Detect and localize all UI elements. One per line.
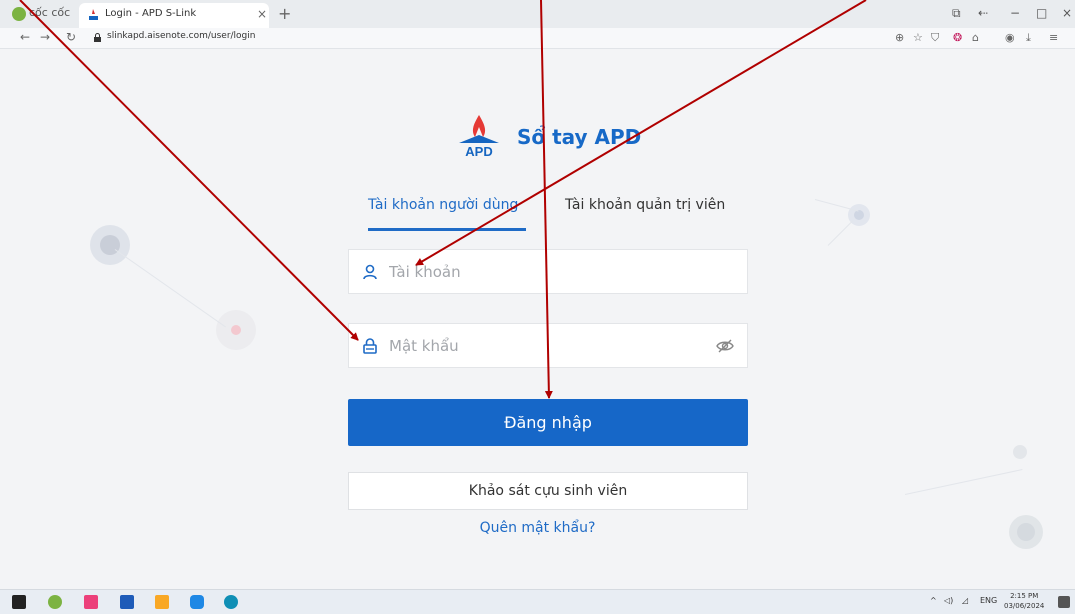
browser-tab-strip: cốc cốc Login - APD S-Link × + ⧉ ⇠ − □ ×: [0, 0, 1075, 28]
speaker-icon[interactable]: ◁): [944, 596, 953, 605]
apd-favicon-icon: [89, 9, 98, 20]
edge-taskbar-icon[interactable]: [224, 595, 238, 609]
notification-icon[interactable]: [1058, 596, 1070, 608]
address-bar: ← → ↻ slinkapd.aisenote.com/user/login ⊕…: [0, 28, 1075, 49]
clock-time: 2:15 PM: [1010, 592, 1039, 600]
app-title: Sổ tay APD: [517, 125, 642, 149]
tray-chevron-icon[interactable]: ^: [930, 596, 937, 605]
zoom-icon[interactable]: ⊕: [895, 31, 904, 44]
decor-dot-pink: [231, 325, 241, 335]
coccoc-logo-icon[interactable]: [12, 7, 26, 21]
profile-icon[interactable]: ◉: [1005, 31, 1015, 44]
decor-line-right-2: [827, 220, 854, 246]
eye-off-icon[interactable]: [715, 336, 735, 356]
file-explorer-icon[interactable]: [155, 595, 169, 609]
word-taskbar-icon[interactable]: [120, 595, 134, 609]
language-indicator[interactable]: ENG: [980, 596, 997, 605]
password-input[interactable]: [389, 324, 709, 367]
coccoc-taskbar-icon[interactable]: [48, 595, 62, 609]
decor-dot-right: [854, 210, 864, 220]
start-icon[interactable]: [12, 595, 26, 609]
network-icon[interactable]: ◿: [962, 596, 968, 605]
windows-taskbar: ^ ◁) ◿ ENG 2:15 PM 03/06/2024: [0, 589, 1075, 614]
account-input[interactable]: [389, 250, 709, 293]
decor-line-br: [904, 469, 1023, 495]
browser-brand: cốc cốc: [29, 6, 71, 19]
bookmark-star-icon[interactable]: ☆: [913, 31, 923, 44]
decor-dot-br1: [1013, 445, 1027, 459]
browser-tab[interactable]: Login - APD S-Link ×: [79, 3, 269, 28]
tab-close-icon[interactable]: ×: [257, 7, 267, 21]
secure-lock-icon[interactable]: [93, 33, 102, 42]
url-text[interactable]: slinkapd.aisenote.com/user/login: [107, 31, 255, 41]
extension-icon[interactable]: ❂: [953, 31, 962, 44]
password-field[interactable]: [348, 323, 748, 368]
maximize-icon[interactable]: □: [1036, 6, 1047, 20]
account-field[interactable]: [348, 249, 748, 294]
logo-mark-text: APD: [465, 144, 492, 159]
lock-icon: [363, 338, 377, 354]
decor-line: [114, 249, 226, 328]
menu-icon[interactable]: ≡: [1049, 31, 1058, 44]
forward-icon[interactable]: →: [40, 30, 50, 44]
alumni-survey-button[interactable]: Khảo sát cựu sinh viên: [348, 472, 748, 510]
tab-title: Login - APD S-Link: [105, 8, 197, 19]
login-button[interactable]: Đăng nhập: [348, 399, 748, 446]
shield-icon[interactable]: ⛉: [931, 31, 939, 45]
forgot-password-link[interactable]: Quên mật khẩu?: [0, 520, 1075, 536]
app-taskbar-icon[interactable]: [84, 595, 98, 609]
reload-icon[interactable]: ↻: [66, 30, 76, 44]
minimize-icon[interactable]: −: [1010, 6, 1020, 20]
user-icon: [363, 264, 377, 280]
tablet-mode-icon[interactable]: ⧉: [952, 6, 961, 21]
puzzle-icon[interactable]: ⌂: [972, 31, 979, 44]
clock-date: 03/06/2024: [1004, 602, 1045, 610]
apd-logo-icon: APD: [459, 115, 499, 159]
back-icon[interactable]: ←: [20, 30, 30, 44]
close-window-icon[interactable]: ×: [1062, 6, 1072, 20]
clock[interactable]: 2:15 PM 03/06/2024: [1004, 591, 1044, 611]
back-arrow-icon[interactable]: ⇠: [978, 6, 988, 20]
tab-user-account[interactable]: Tài khoản người dùng: [368, 197, 518, 213]
new-tab-icon[interactable]: +: [278, 4, 291, 23]
download-icon[interactable]: ⤓: [1026, 31, 1031, 45]
tab-admin-account[interactable]: Tài khoản quản trị viên: [565, 197, 725, 213]
zalo-taskbar-icon[interactable]: [190, 595, 204, 609]
active-tab-indicator: [368, 228, 526, 231]
